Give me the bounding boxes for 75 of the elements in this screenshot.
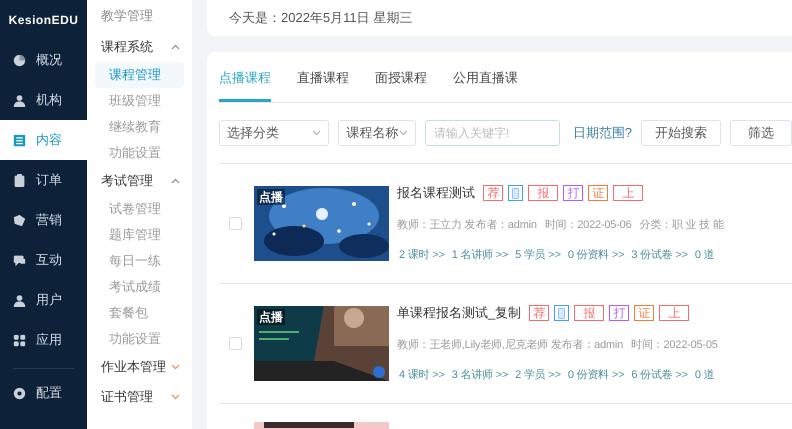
tab[interactable]: 公用直播课 (453, 68, 518, 102)
tag: 证 (634, 305, 654, 321)
tag: 证 (588, 185, 608, 201)
stat-link[interactable]: 1 名讲师 >> (452, 247, 508, 264)
stat-link[interactable]: 4 课时 >> (399, 367, 445, 384)
nav-item[interactable]: 课程管理 (95, 62, 184, 88)
badge-label: 点播 (257, 309, 285, 325)
user-icon (13, 94, 26, 106)
stat-link[interactable]: 0 份资料 >> (568, 247, 624, 264)
chevron-down-icon (398, 130, 408, 136)
tag: 上 (659, 305, 690, 321)
meta-text: 教师：王老师,Lily老师,尼克老师 发布者：admin (397, 338, 624, 353)
chevron-up-icon (171, 178, 180, 184)
tag: 打 (609, 305, 630, 321)
nav-group[interactable]: 考试管理 (95, 166, 184, 196)
user-icon (13, 294, 26, 306)
grid-icon (13, 334, 26, 346)
pie-chart-icon (13, 54, 26, 66)
date-text: 今天是：2022年5月11日 星期三 (207, 0, 792, 36)
nav-item[interactable]: 内容 (0, 120, 87, 160)
settings-icon (13, 386, 26, 400)
nav-item[interactable]: 套餐包 (95, 300, 184, 326)
category-select[interactable]: 选择分类 (219, 120, 330, 146)
stat-link[interactable]: 5 学员 >> (515, 247, 561, 264)
chevron-down-icon (171, 394, 180, 400)
field-select[interactable]: 课程名称 (338, 120, 416, 146)
badge-label: 点播 (257, 189, 285, 205)
nav-item[interactable]: 试卷管理 (95, 196, 184, 222)
stat-link[interactable]: 3 名讲师 >> (452, 367, 508, 384)
chevron-up-icon (171, 44, 180, 50)
nav-item[interactable]: 功能设置 (95, 326, 184, 352)
filter-button[interactable]: 筛选 (730, 120, 792, 146)
course-title[interactable]: 报名课程测试 (397, 183, 475, 203)
tag: 报 (574, 305, 604, 321)
tab[interactable]: 面授课程 (375, 68, 427, 102)
nav-item[interactable]: 每日一练 (95, 248, 184, 274)
stat-link[interactable]: 0 份资料 >> (568, 367, 624, 384)
date-range-link[interactable]: 日期范围? (572, 123, 632, 143)
stat-link[interactable]: 0 道 (694, 247, 714, 264)
tag: 上 (613, 185, 644, 201)
nav-item[interactable]: 功能设置 (95, 140, 184, 166)
section-title: 教学管理 (100, 7, 154, 26)
tag: 荐 (529, 305, 550, 321)
stat-link[interactable]: 3 份试卷 >> (631, 247, 688, 264)
checkbox[interactable] (229, 217, 242, 230)
meta-text: 时间：2022-05-06 (544, 218, 632, 233)
logo: KesionEDU (8, 12, 80, 29)
nav-item[interactable]: 班级管理 (95, 88, 184, 114)
course-title[interactable]: 单课程报名测试_复制 (397, 303, 522, 323)
nav-group[interactable]: 作业本管理 (95, 352, 184, 382)
chevron-down-icon (312, 130, 322, 136)
meta-text: 分类：职 业 技 能 (640, 218, 724, 233)
nav-item[interactable]: 题库管理 (95, 222, 184, 248)
tag: 荐 (483, 185, 504, 201)
stat-link[interactable]: 6 份试卷 >> (631, 367, 688, 384)
nav-group[interactable]: 课程系统 (95, 32, 184, 62)
stat-link[interactable]: 0 道 (694, 367, 714, 384)
tag: 打 (563, 185, 584, 201)
stat-link[interactable]: 2 课时 >> (399, 247, 445, 264)
search-button[interactable]: 开始搜索 (641, 120, 721, 146)
stat-link[interactable]: 2 学员 >> (515, 367, 561, 384)
tab[interactable]: 点播课程 (219, 68, 271, 102)
tag: 报 (528, 185, 558, 201)
clipboard-icon (13, 174, 26, 186)
tab[interactable]: 直播课程 (297, 68, 349, 102)
nav-item[interactable]: 考试成绩 (95, 274, 184, 300)
nav-item[interactable]: 继续教育 (95, 114, 184, 140)
keyword-field[interactable]: 请输入关键字! (424, 120, 560, 146)
nav-group[interactable]: 证书管理 (95, 382, 184, 412)
checkbox[interactable] (229, 337, 242, 350)
meta-text: 教师：王立力 发布者：admin (397, 218, 537, 233)
meta-text: 时间：2022-05-05 (631, 338, 718, 353)
document-icon (13, 134, 26, 146)
chevron-down-icon (171, 364, 180, 370)
chat-icon (13, 254, 26, 266)
